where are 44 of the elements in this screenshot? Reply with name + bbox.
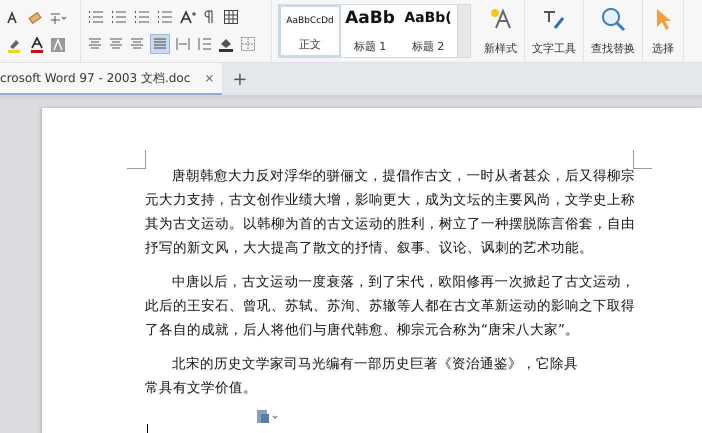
ribbon-button[interactable]: 文字工具: [525, 0, 584, 62]
style-option[interactable]: AaBb 标题 1: [341, 5, 399, 57]
line-spacing-icon[interactable]: [196, 36, 212, 52]
list-icon[interactable]: [133, 8, 151, 24]
ribbon-button-label: 查找替换: [591, 41, 635, 56]
margin-corner-mark: [633, 150, 652, 169]
paragraph: 中唐以后，古文运动一度衰落，到了宋代，欧阳修再一次掀起了古文运动，此后的王安石、曾巩、苏轼、苏洵、苏辙等人都在古文革新运动的影响之下取得了各自的成就，后人将他们与唐代韩愈、柳宗元合称为“唐宋八大家”。: [145, 273, 635, 340]
style-label: 正文: [299, 37, 321, 52]
style-preview: AaBbCcDd: [286, 16, 334, 26]
align-icon[interactable]: [129, 36, 145, 52]
document-tab[interactable]: crosoft Word 97 - 2003 文档.doc ×: [0, 63, 222, 95]
new-tab-button[interactable]: +: [232, 68, 248, 90]
ribbon-button-label: 选择: [652, 41, 674, 56]
character-shading-icon[interactable]: [50, 36, 66, 52]
style-option[interactable]: AaBbCcDd 正文: [279, 5, 341, 57]
paste-options-icon[interactable]: [256, 408, 280, 424]
ribbon-button[interactable]: 新样式: [477, 0, 525, 62]
font-color-icon[interactable]: [29, 36, 45, 52]
margin-corner-mark: [127, 150, 146, 169]
justify-icon[interactable]: [150, 34, 170, 54]
borders-icon[interactable]: [240, 36, 256, 52]
grow-font-icon[interactable]: [179, 8, 197, 24]
paragraph: 常具有文学价值。: [145, 379, 258, 398]
align-icon[interactable]: [108, 36, 124, 52]
ribbon-button[interactable]: 选择: [643, 0, 684, 62]
table-icon[interactable]: [223, 8, 239, 24]
list-icon[interactable]: [110, 8, 128, 24]
style-label: 标题 1: [354, 39, 386, 54]
ribbon-button-label: 文字工具: [532, 41, 576, 56]
paragraph: 唐朝韩愈大力反对浮华的骈俪文，提倡作古文，一时从者甚众，后又得柳宗元大力支持，古文创作业绩大增，影响更大，成为文坛的主要风尚，文学史上称其为古文运动。以韩柳为首的古文运动的胜利，树立了一种摆脱陈言俗套，自由抒写的新文风，大大提高了散文的抒情、叙事、议论、讽刺的艺术功能。: [145, 167, 635, 258]
style-option[interactable]: AaBb( 标题 2: [399, 5, 457, 57]
close-icon[interactable]: ×: [204, 71, 214, 85]
paragraph: 北宋的历史文学家司马光编有一部历史巨著《资治通鉴》，它除具: [171, 355, 579, 374]
align-icon[interactable]: [87, 36, 103, 52]
list-icon[interactable]: [87, 8, 105, 24]
style-preview: AaBb(: [404, 10, 452, 26]
search-icon: [600, 6, 626, 32]
list-icon[interactable]: [156, 8, 174, 24]
style-preview: AaBb: [345, 8, 395, 28]
distribute-icon[interactable]: [175, 36, 191, 52]
ribbon-button[interactable]: 查找替换: [584, 0, 643, 62]
tab-title: crosoft Word 97 - 2003 文档.doc: [0, 70, 190, 86]
style-label: 标题 2: [412, 39, 444, 54]
ribbon-button-label: 新样式: [484, 41, 517, 56]
